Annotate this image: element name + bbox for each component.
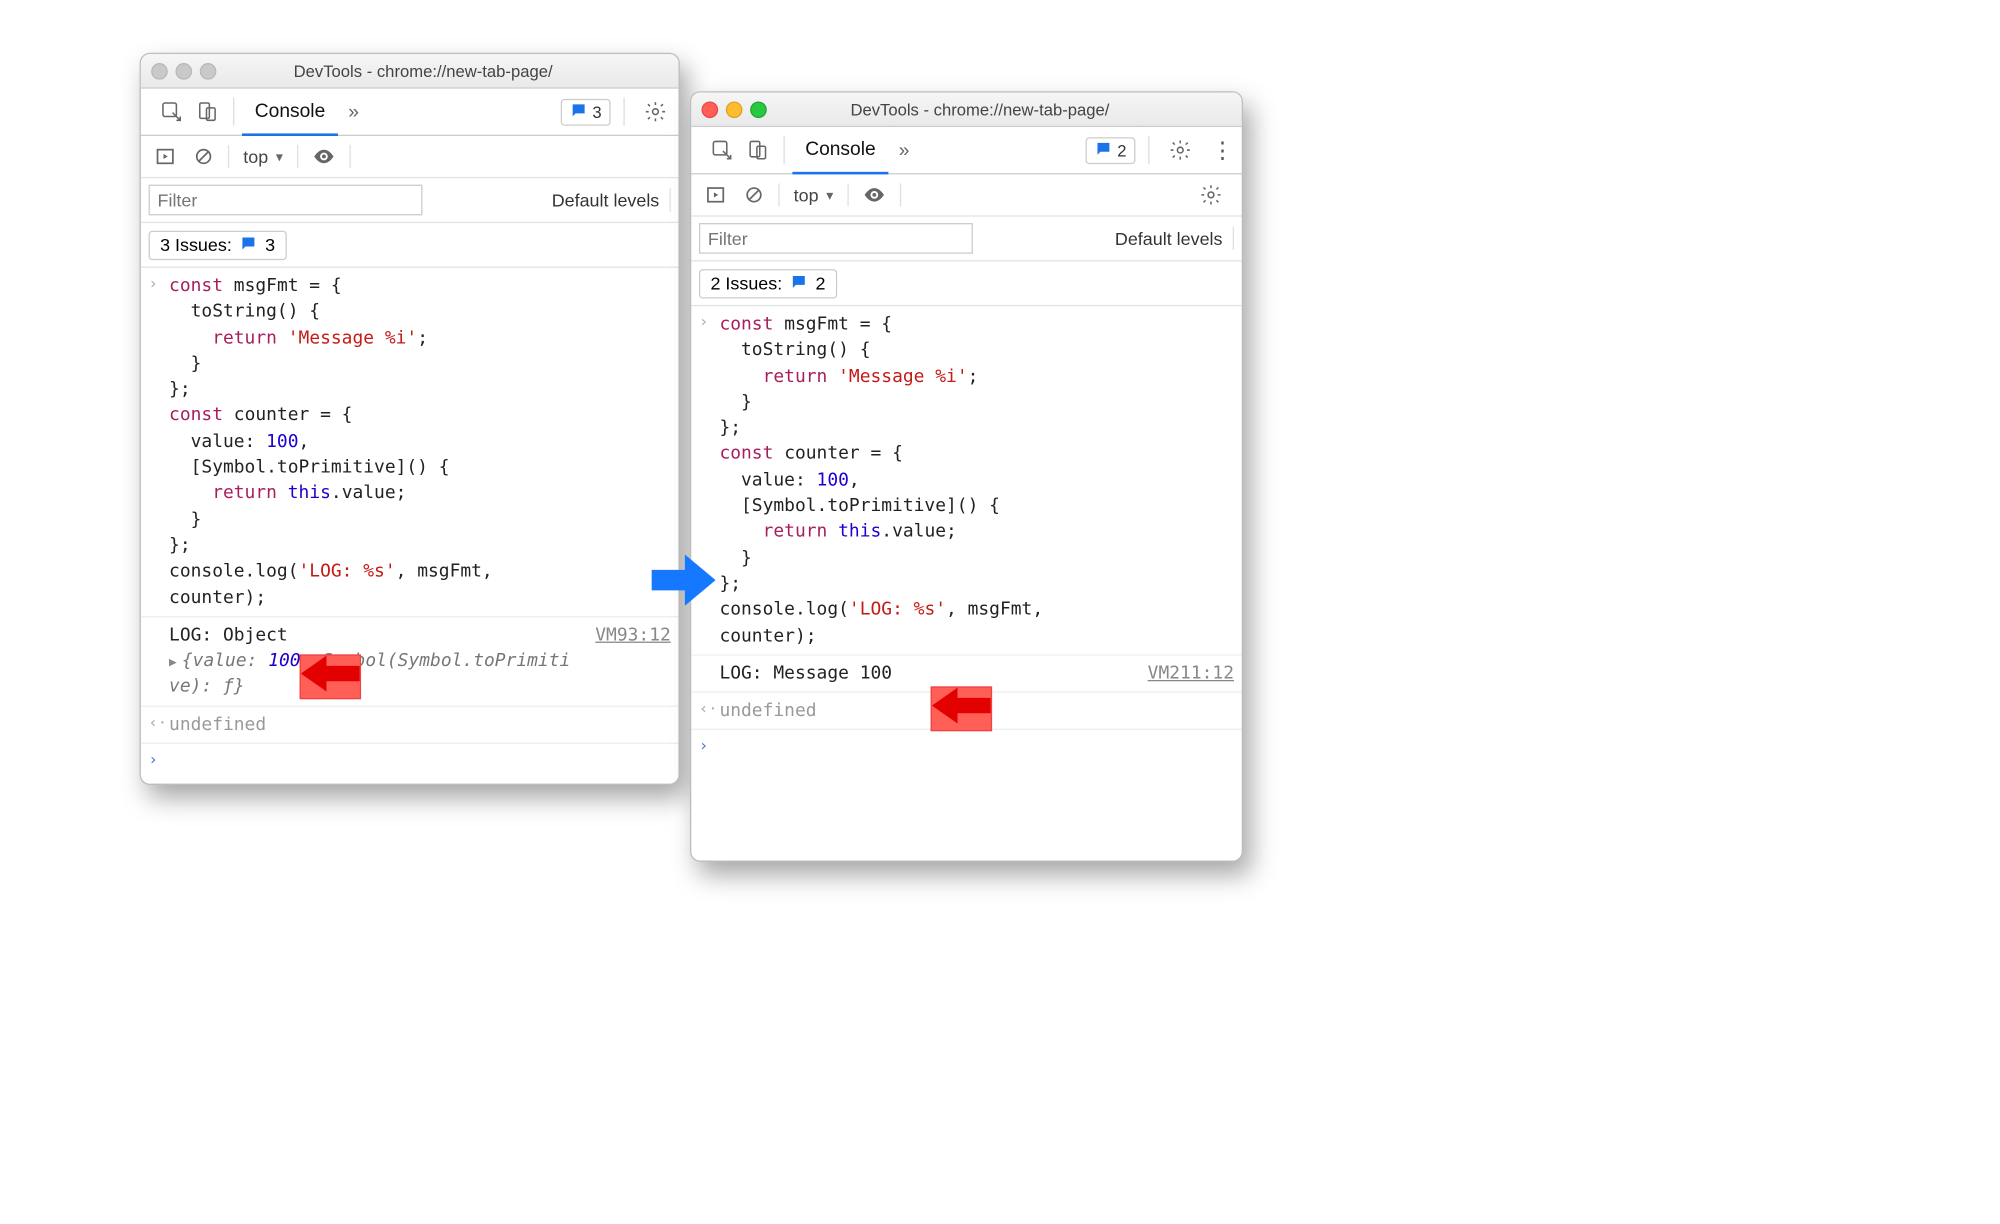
issues-bar: 2 Issues: 2	[691, 261, 1241, 306]
issues-badge-count: 2	[1117, 140, 1126, 159]
inspect-icon[interactable]	[704, 132, 740, 168]
console-return-row: ‹· undefined	[141, 707, 679, 745]
filter-input[interactable]	[699, 223, 973, 254]
traffic-lights[interactable]	[151, 62, 216, 79]
console-log-row[interactable]: LOG: Object VM93:12 ▶{value: 100, Symbol…	[141, 617, 679, 706]
toggle-drawer-icon[interactable]	[146, 142, 184, 170]
traffic-max[interactable]	[200, 62, 217, 79]
console-output: › const msgFmt = { toString() { return '…	[141, 268, 679, 754]
device-toggle-icon[interactable]	[190, 94, 226, 130]
issues-chip-count: 3	[265, 235, 275, 255]
traffic-close[interactable]	[151, 62, 168, 79]
tab-console[interactable]: Console	[792, 126, 888, 175]
prompt-chevron-icon: ›	[699, 736, 708, 758]
traffic-lights[interactable]	[702, 101, 767, 118]
issues-badge[interactable]: 2	[1085, 137, 1135, 164]
log-text: LOG: Object	[169, 622, 288, 648]
prompt-chevron-icon: ›	[699, 311, 708, 333]
issue-icon	[239, 234, 257, 256]
more-tabs-chevron-icon[interactable]: »	[338, 101, 369, 123]
prompt-chevron-icon: ›	[149, 749, 158, 771]
devtools-window-left: DevTools - chrome://new-tab-page/ Consol…	[140, 53, 680, 785]
tabbar: Console » 2 ⋮	[691, 127, 1241, 174]
traffic-min[interactable]	[726, 101, 743, 118]
return-arrow-icon: ‹·	[149, 712, 168, 734]
undefined-value: undefined	[169, 714, 266, 734]
context-label: top	[794, 185, 819, 205]
issues-badge-count: 3	[592, 102, 601, 121]
issue-icon	[569, 101, 587, 123]
issues-chip[interactable]: 2 Issues: 2	[699, 268, 837, 297]
issues-chip-label: 2 Issues:	[710, 273, 782, 293]
transition-arrow-icon	[652, 552, 716, 615]
clear-console-icon[interactable]	[735, 181, 773, 209]
issues-badge[interactable]: 3	[560, 98, 610, 125]
log-levels-dropdown[interactable]: Default levels	[1115, 228, 1223, 248]
console-output: › const msgFmt = { toString() { return '…	[691, 306, 1241, 741]
filter-input[interactable]	[149, 185, 423, 216]
console-prompt-row[interactable]: ›	[691, 731, 1241, 741]
live-expression-icon[interactable]	[303, 141, 344, 172]
tabbar: Console » 3	[141, 89, 679, 136]
titlebar[interactable]: DevTools - chrome://new-tab-page/	[141, 54, 679, 89]
devtools-window-right: DevTools - chrome://new-tab-page/ Consol…	[690, 91, 1243, 862]
console-toolbar: top	[141, 136, 679, 178]
console-input-row[interactable]: › const msgFmt = { toString() { return '…	[691, 306, 1241, 655]
settings-gear-icon[interactable]	[1157, 132, 1203, 168]
device-toggle-icon[interactable]	[740, 132, 776, 168]
source-link[interactable]: VM211:12	[1135, 661, 1234, 687]
code-block: const msgFmt = { toString() { return 'Me…	[169, 273, 671, 611]
context-label: top	[243, 146, 268, 166]
console-toolbar: top	[691, 174, 1241, 216]
titlebar[interactable]: DevTools - chrome://new-tab-page/	[691, 92, 1241, 127]
log-text: LOG: Message 100	[719, 661, 892, 687]
window-title: DevTools - chrome://new-tab-page/	[780, 100, 1181, 119]
traffic-close[interactable]	[702, 101, 719, 118]
window-title: DevTools - chrome://new-tab-page/	[229, 61, 617, 80]
kebab-menu-icon[interactable]: ⋮	[1203, 137, 1241, 164]
clear-console-icon[interactable]	[184, 142, 222, 170]
context-selector[interactable]: top	[234, 142, 292, 170]
inspect-icon[interactable]	[154, 94, 190, 130]
console-input-row[interactable]: › const msgFmt = { toString() { return '…	[141, 268, 679, 617]
settings-gear-icon[interactable]	[632, 94, 678, 130]
issues-chip-label: 3 Issues:	[160, 235, 232, 255]
undefined-value: undefined	[719, 701, 816, 721]
highlight-arrow-right-icon	[931, 686, 992, 731]
console-prompt-row[interactable]: ›	[141, 744, 679, 754]
toggle-drawer-icon[interactable]	[696, 181, 734, 209]
object-preview[interactable]: ▶{value: 100, Symbol(Symbol.toPrimitive)…	[169, 648, 671, 700]
tab-console[interactable]: Console	[242, 87, 338, 136]
prompt-chevron-icon: ›	[149, 273, 158, 295]
traffic-max[interactable]	[750, 101, 767, 118]
issues-chip[interactable]: 3 Issues: 3	[149, 230, 287, 259]
filter-bar: Default levels	[691, 217, 1241, 262]
issues-chip-count: 2	[815, 273, 825, 293]
traffic-min[interactable]	[175, 62, 192, 79]
highlight-arrow-left-icon	[300, 654, 361, 699]
live-expression-icon[interactable]	[854, 180, 895, 211]
console-settings-gear-icon[interactable]	[1193, 177, 1237, 213]
more-tabs-chevron-icon[interactable]: »	[888, 139, 919, 161]
source-link[interactable]: VM93:12	[582, 622, 670, 648]
log-levels-dropdown[interactable]: Default levels	[552, 190, 660, 210]
return-arrow-icon: ‹·	[699, 698, 718, 720]
issue-icon	[790, 272, 808, 294]
context-selector[interactable]: top	[785, 181, 843, 209]
issue-icon	[1094, 139, 1112, 161]
issues-bar: 3 Issues: 3	[141, 223, 679, 268]
expand-triangle-icon[interactable]: ▶	[169, 656, 177, 670]
code-block: const msgFmt = { toString() { return 'Me…	[719, 311, 1234, 649]
filter-bar: Default levels	[141, 178, 679, 223]
